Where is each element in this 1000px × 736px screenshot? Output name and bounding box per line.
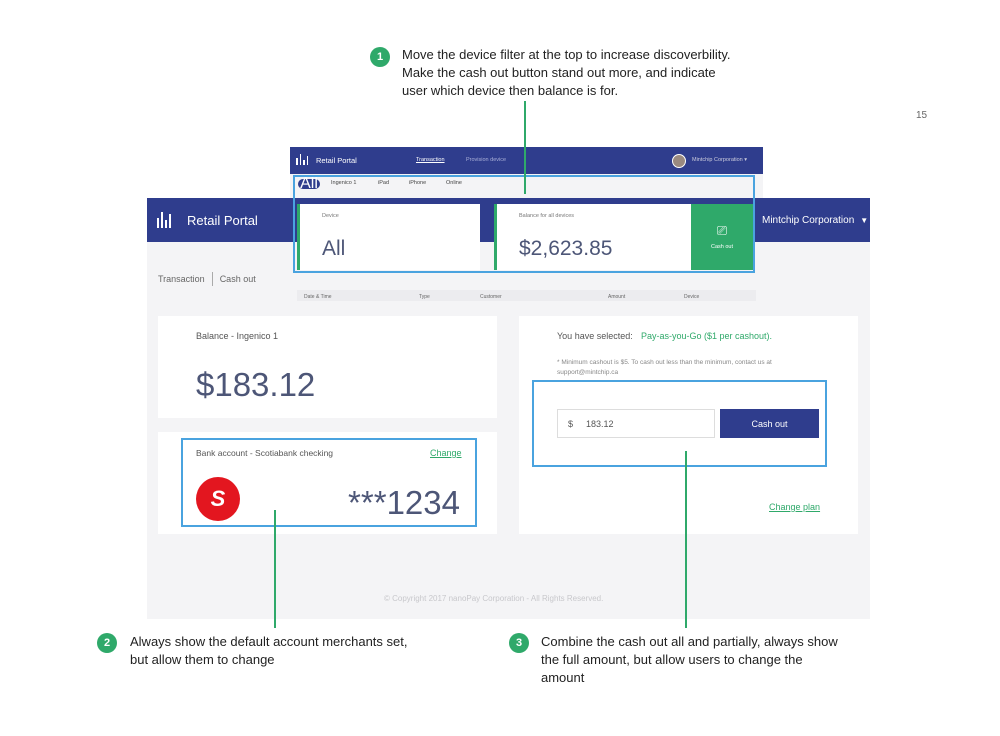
user-name: Mintchip Corporation (762, 215, 855, 226)
highlight-cash-out (532, 380, 827, 467)
mockup-title: Retail Portal (316, 156, 357, 165)
column-header[interactable]: Customer (480, 294, 502, 300)
note-line: Move the device filter at the top to inc… (402, 47, 731, 62)
mockup-logo-icon (296, 154, 308, 165)
callout-line (274, 510, 276, 628)
callout-note: Always show the default account merchant… (130, 633, 490, 669)
callout-badge: 3 (509, 633, 529, 653)
chevron-down-icon: ▼ (860, 216, 869, 225)
column-header[interactable]: Amount (608, 294, 625, 300)
change-plan-link[interactable]: Change plan (769, 502, 820, 512)
note-line: amount (541, 670, 585, 685)
note-line: Combine the cash out all and partially, … (541, 634, 838, 649)
callout-line (524, 101, 526, 194)
callout-note: Combine the cash out all and partially, … (541, 633, 901, 687)
plan-label: You have selected: (557, 331, 633, 341)
column-header[interactable]: Device (684, 294, 699, 300)
avatar[interactable] (672, 154, 686, 168)
balance-label: Balance - Ingenico 1 (196, 331, 279, 341)
page-number: 15 (916, 110, 928, 121)
user-menu[interactable]: Mintchip Corporation ▼ (762, 215, 868, 226)
column-header[interactable]: Date & Time (304, 294, 332, 300)
balance-amount: $183.12 (196, 366, 316, 403)
minimum-cashout-note: * Minimum cashout is $5. To cash out les… (557, 359, 772, 376)
callout-badge: 2 (97, 633, 117, 653)
note-line: but allow them to change (130, 652, 275, 667)
nav-cash-out[interactable]: Cash out (220, 274, 256, 284)
tab-transaction[interactable]: Transaction (416, 157, 445, 163)
note-line: user which device then balance is for. (402, 83, 619, 98)
portal-logo-icon (157, 212, 171, 228)
breadcrumb: Transaction Cash out (158, 272, 256, 286)
highlight-bank-account (181, 438, 477, 527)
note-line: Make the cash out button stand out more,… (402, 65, 716, 80)
plan-value: Pay-as-you-Go ($1 per cashout). (641, 331, 773, 341)
portal-title: Retail Portal (187, 213, 258, 228)
divider (211, 272, 213, 286)
note-line: Always show the default account merchant… (130, 634, 408, 649)
note-line: the full amount, but allow users to chan… (541, 652, 803, 667)
column-header[interactable]: Type (419, 294, 430, 300)
callout-line (685, 451, 687, 628)
nav-transaction[interactable]: Transaction (158, 274, 205, 284)
mockup-user-menu[interactable]: Mintchip Corporation ▾ (692, 157, 747, 163)
callout-badge: 1 (370, 47, 390, 67)
tab-provision-device[interactable]: Provision device (466, 157, 506, 163)
copyright: © Copyright 2017 nanoPay Corporation - A… (384, 594, 604, 603)
callout-note: Move the device filter at the top to inc… (402, 46, 822, 100)
